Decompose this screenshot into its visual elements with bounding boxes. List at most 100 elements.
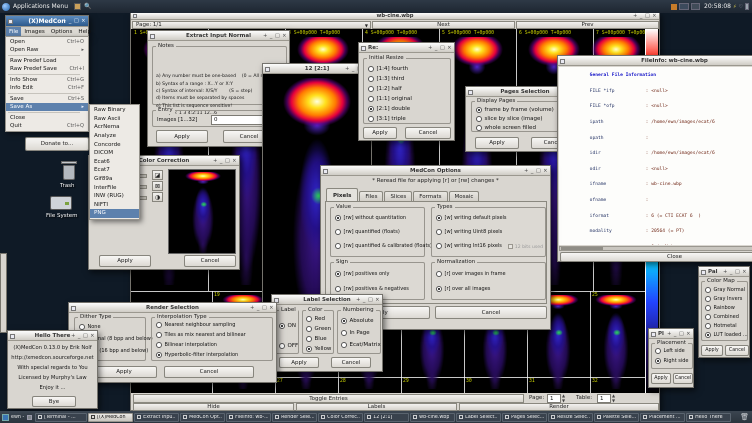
resize-cancel-button[interactable]: Cancel xyxy=(405,127,451,139)
correction-icon[interactable]: ◑ xyxy=(152,192,163,202)
medcon-titlebar[interactable]: (X)MedCon + _ □ × xyxy=(6,16,88,27)
resize-option[interactable]: [1:2] half xyxy=(368,84,450,94)
value-option[interactable]: [rw] without quantitation xyxy=(335,211,424,225)
types-option[interactable]: [w] writing Uint8 pixels xyxy=(436,225,545,239)
taskbar-item[interactable]: wb-cine.wbp xyxy=(410,413,455,422)
resize-option[interactable]: [3:1] triple xyxy=(368,114,450,124)
horizontal-scrollbar[interactable] xyxy=(559,246,752,251)
interpolation-option[interactable]: Nearest neighbour sampling xyxy=(156,320,272,330)
render-titlebar[interactable]: Render Selection + _ □ × xyxy=(69,303,276,313)
options-tab[interactable]: Pixels xyxy=(326,188,358,202)
window-controls[interactable]: + _ □ × xyxy=(213,156,237,166)
network-icon[interactable]: ♡ xyxy=(739,4,743,10)
taskbar-item[interactable]: Palette Sele... xyxy=(594,413,639,422)
power-icon[interactable]: ⚡ xyxy=(733,4,737,10)
placement-option[interactable]: Left side xyxy=(655,346,692,356)
options-cancel-button[interactable]: Cancel xyxy=(435,306,547,319)
label-titlebar[interactable]: Label Selection + _ □ × xyxy=(272,295,382,305)
resize-titlebar[interactable]: Re: + _ □ × xyxy=(359,43,454,53)
norm-option[interactable]: [r] over all images xyxy=(436,281,545,296)
menu-item[interactable]: Info Show Ctrl+G xyxy=(6,76,88,84)
menu-item[interactable]: Save As ▸ xyxy=(6,103,88,111)
taskbar-item[interactable]: Pages Selec... xyxy=(502,413,547,422)
color-option[interactable]: Yellow xyxy=(306,344,333,354)
correction-apply-button[interactable]: Apply xyxy=(99,255,151,267)
palette-cancel-button[interactable]: Cancel xyxy=(725,345,749,356)
bits-checkbox[interactable]: 12 bits used xyxy=(508,244,543,250)
sign-option[interactable]: [rw] positives only xyxy=(335,266,424,281)
numbering-option[interactable]: Absolute xyxy=(341,315,380,327)
donate-button[interactable]: Donate to... xyxy=(25,137,89,151)
fileinfo-close-button[interactable]: Close xyxy=(560,252,752,262)
tray-icon-orange[interactable] xyxy=(671,4,677,10)
window-controls[interactable]: + _ □ × xyxy=(263,31,287,41)
taskbar-item[interactable]: Label Select... xyxy=(456,413,501,422)
correction-icon[interactable]: ⊠ xyxy=(152,181,163,191)
submenu-item[interactable]: AcrNema xyxy=(90,123,139,132)
taskbar-item[interactable]: Extract Inpu... xyxy=(134,413,179,422)
resize-option[interactable]: [2:1] double xyxy=(368,104,450,114)
correction-icon[interactable]: ◪ xyxy=(152,170,163,180)
label-option[interactable]: OFF xyxy=(279,336,298,356)
window-controls[interactable]: + _ □ × xyxy=(250,303,274,313)
color-option[interactable]: Red xyxy=(306,314,333,324)
colormap-option[interactable]: Gray Normal xyxy=(705,285,747,294)
taskbar-item[interactable]: Placement ... xyxy=(640,413,685,422)
pages-apply-button[interactable]: Apply xyxy=(475,137,519,149)
window-controls[interactable]: + _ □ × xyxy=(428,43,452,53)
taskbar-item[interactable]: Hello There xyxy=(686,413,731,422)
submenu-item[interactable]: Concorde xyxy=(90,140,139,149)
label-cancel-button[interactable]: Cancel xyxy=(331,357,371,368)
window-controls[interactable]: + _ □ × xyxy=(667,329,691,339)
submenu-item[interactable]: INW (RUG) xyxy=(90,192,139,201)
page-spinner[interactable] xyxy=(547,394,561,403)
labels-button[interactable]: Labels xyxy=(296,403,457,411)
render-apply-button[interactable]: Apply xyxy=(91,366,157,378)
trash-applet-icon[interactable]: 🗑 xyxy=(740,413,749,421)
color-option[interactable]: Blue xyxy=(306,334,333,344)
colormap-option[interactable]: Combined xyxy=(705,312,747,321)
bye-button[interactable]: Bye xyxy=(32,396,76,407)
submenu-item[interactable]: DICOM xyxy=(90,149,139,158)
interpolation-option[interactable]: Hyperbolic-filter interpolation xyxy=(156,350,272,360)
scrollbar-thumb[interactable] xyxy=(561,247,603,250)
submenu-item[interactable]: Ecat7 xyxy=(90,166,139,175)
submenu-item[interactable]: Raw Ascii xyxy=(90,115,139,124)
hello-titlebar[interactable]: Hello There + _ □ × xyxy=(8,331,97,341)
colormap-option[interactable]: Hotmetal xyxy=(705,321,747,330)
colormap-option[interactable]: Gray Invers xyxy=(705,294,747,303)
hide-button[interactable]: Hide xyxy=(133,403,294,411)
viewer-titlebar[interactable]: wb-cine.wbp + _ □ × xyxy=(131,13,659,20)
window-controls[interactable]: + _ □ × xyxy=(633,13,657,20)
trash-icon[interactable] xyxy=(60,161,78,181)
submenu-item[interactable]: Analyze xyxy=(90,132,139,141)
page-spinner-arrows[interactable]: ▲▼ xyxy=(562,394,565,403)
page-combo[interactable]: Page: 1/1 ▼ xyxy=(132,21,371,29)
taskbar-item[interactable]: [(X)MedCon xyxy=(88,413,133,422)
prev-button[interactable]: Prev xyxy=(516,21,659,29)
taskbar-item[interactable]: Color Correc... xyxy=(318,413,363,422)
colormap-option[interactable]: LUT loaded ... xyxy=(705,330,747,339)
interpolation-option[interactable]: Bilinear interpolation xyxy=(156,340,272,350)
table-spinner[interactable] xyxy=(597,394,611,403)
resize-option[interactable]: [1:4] fourth xyxy=(368,64,450,74)
battery-icon[interactable] xyxy=(745,3,749,10)
menu-item[interactable]: Close xyxy=(6,114,88,122)
palette-titlebar[interactable]: Pal + _ □ × xyxy=(699,267,749,277)
palette-apply-button[interactable]: Apply xyxy=(701,345,723,356)
colormap-option[interactable]: Rainbow xyxy=(705,303,747,312)
numbering-option[interactable]: In Page xyxy=(341,327,380,339)
menu-item[interactable]: Raw Predef Save Ctrl+I xyxy=(6,65,88,73)
resize-option[interactable]: [1:3] third xyxy=(368,74,450,84)
applications-menu[interactable]: Applications Menu xyxy=(13,3,68,10)
taskbar-item[interactable]: MedCon Opt... xyxy=(180,413,225,422)
render-button[interactable]: Render xyxy=(459,403,659,411)
extract-apply-button[interactable]: Apply xyxy=(156,130,208,143)
correction-cancel-button[interactable]: Cancel xyxy=(184,255,236,267)
window-controls[interactable]: + _ □ × xyxy=(524,166,548,176)
workspace-pager-icon[interactable] xyxy=(691,3,700,10)
submenu-item[interactable]: NIFTI xyxy=(90,201,139,210)
options-titlebar[interactable]: MedCon Options + _ □ × xyxy=(321,166,550,176)
menu-item[interactable]: Open Raw ▸ xyxy=(6,46,88,54)
menubar-item[interactable]: Options xyxy=(48,27,76,36)
